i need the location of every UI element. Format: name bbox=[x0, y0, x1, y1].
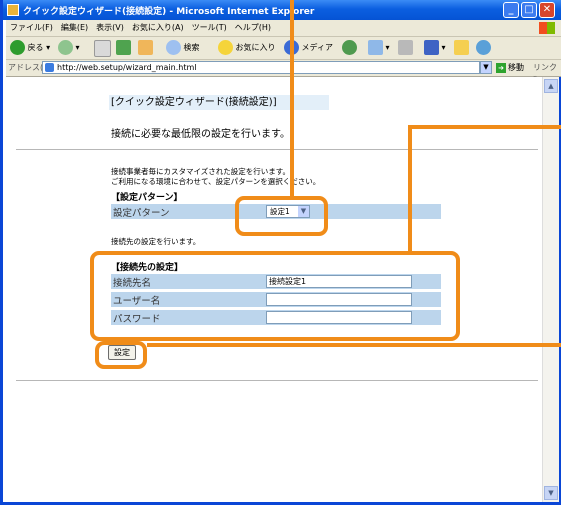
edit-button[interactable]: ▾ bbox=[424, 40, 446, 56]
history-button[interactable] bbox=[342, 40, 357, 56]
annotation-leader-line bbox=[290, 0, 294, 196]
search-icon bbox=[166, 40, 181, 55]
stop-icon bbox=[94, 40, 111, 57]
stop-button[interactable] bbox=[94, 40, 111, 57]
messenger-icon bbox=[476, 40, 491, 55]
mail-icon bbox=[368, 40, 383, 55]
menu-favorites[interactable]: お気に入り(A) bbox=[128, 20, 188, 33]
mail-button[interactable]: ▾ bbox=[368, 40, 390, 56]
pattern-section-heading: 【設定パターン】 bbox=[111, 193, 183, 203]
address-dropdown[interactable]: ▼ bbox=[480, 61, 492, 74]
forward-arrow-icon bbox=[58, 40, 73, 55]
toolbar: 戻る ▾ ▾ 検索 お気に入り メディア ▾ ▾ bbox=[6, 37, 561, 60]
page-subtitle: 接続に必要な最低限の設定を行います。 bbox=[111, 129, 290, 140]
minimize-button[interactable]: _ bbox=[503, 2, 519, 18]
messenger-button[interactable] bbox=[476, 40, 491, 56]
maximize-button[interactable]: □ bbox=[521, 2, 537, 18]
window-title: クイック設定ウィザード(接続設定) - Microsoft Internet E… bbox=[23, 7, 315, 17]
address-url: http://web.setup/wizard_main.html bbox=[57, 63, 197, 72]
go-arrow-icon: ➜ bbox=[496, 63, 506, 73]
word-icon bbox=[424, 40, 439, 55]
favorites-button[interactable]: お気に入り bbox=[218, 40, 276, 56]
go-button[interactable]: ➜ 移動 bbox=[496, 62, 524, 73]
folder-icon bbox=[454, 40, 469, 55]
page-title: [クイック設定ウィザード(接続設定)] bbox=[109, 95, 329, 110]
refresh-button[interactable] bbox=[116, 40, 131, 56]
history-icon bbox=[342, 40, 357, 55]
windows-logo-icon bbox=[539, 22, 555, 34]
home-icon bbox=[138, 40, 153, 55]
scroll-down-arrow-icon[interactable]: ▼ bbox=[544, 486, 558, 500]
menu-tools[interactable]: ツール(T) bbox=[188, 20, 231, 33]
folder-button[interactable] bbox=[454, 40, 469, 56]
divider bbox=[16, 380, 538, 381]
annotation-leader-line bbox=[147, 343, 561, 347]
back-button[interactable]: 戻る ▾ bbox=[10, 40, 50, 56]
printer-icon bbox=[398, 40, 413, 55]
print-button[interactable] bbox=[398, 40, 413, 56]
menu-help[interactable]: ヘルプ(H) bbox=[231, 20, 275, 33]
close-button[interactable]: ✕ bbox=[539, 2, 555, 18]
menu-edit[interactable]: 編集(E) bbox=[57, 20, 92, 33]
star-icon bbox=[218, 40, 233, 55]
pattern-highlight-annotation bbox=[235, 196, 328, 236]
annotation-leader-line bbox=[408, 125, 412, 251]
divider bbox=[16, 149, 538, 150]
home-button[interactable] bbox=[138, 40, 153, 56]
back-arrow-icon bbox=[10, 40, 25, 55]
description-line: 接続事業者毎にカスタマイズされた設定を行います。 bbox=[111, 167, 291, 176]
title-bar: クイック設定ウィザード(接続設定) - Microsoft Internet E… bbox=[3, 0, 561, 20]
connection-highlight-annotation bbox=[90, 251, 460, 341]
search-button[interactable]: 検索 bbox=[166, 40, 200, 56]
submit-highlight-annotation bbox=[95, 341, 147, 369]
address-input[interactable]: http://web.setup/wizard_main.html bbox=[42, 61, 480, 74]
menu-file[interactable]: ファイル(F) bbox=[6, 20, 57, 33]
refresh-icon bbox=[116, 40, 131, 55]
connection-description: 接続先の設定を行います。 bbox=[111, 237, 201, 246]
description-line: ご利用になる環境に合わせて、設定パターンを選択ください。 bbox=[111, 177, 321, 186]
menu-view[interactable]: 表示(V) bbox=[92, 20, 128, 33]
pattern-label: 設定パターン bbox=[113, 208, 170, 219]
scroll-up-arrow-icon[interactable]: ▲ bbox=[544, 79, 558, 93]
address-bar: アドレス(D) http://web.setup/wizard_main.htm… bbox=[6, 60, 561, 82]
page-icon bbox=[45, 63, 54, 72]
vertical-scrollbar[interactable]: ▲ ▼ bbox=[542, 77, 559, 502]
forward-button[interactable]: ▾ bbox=[58, 40, 80, 56]
annotation-leader-line bbox=[408, 125, 561, 129]
menu-bar: ファイル(F) 編集(E) 表示(V) お気に入り(A) ツール(T) ヘルプ(H) bbox=[6, 20, 561, 37]
ie-icon bbox=[7, 4, 19, 16]
